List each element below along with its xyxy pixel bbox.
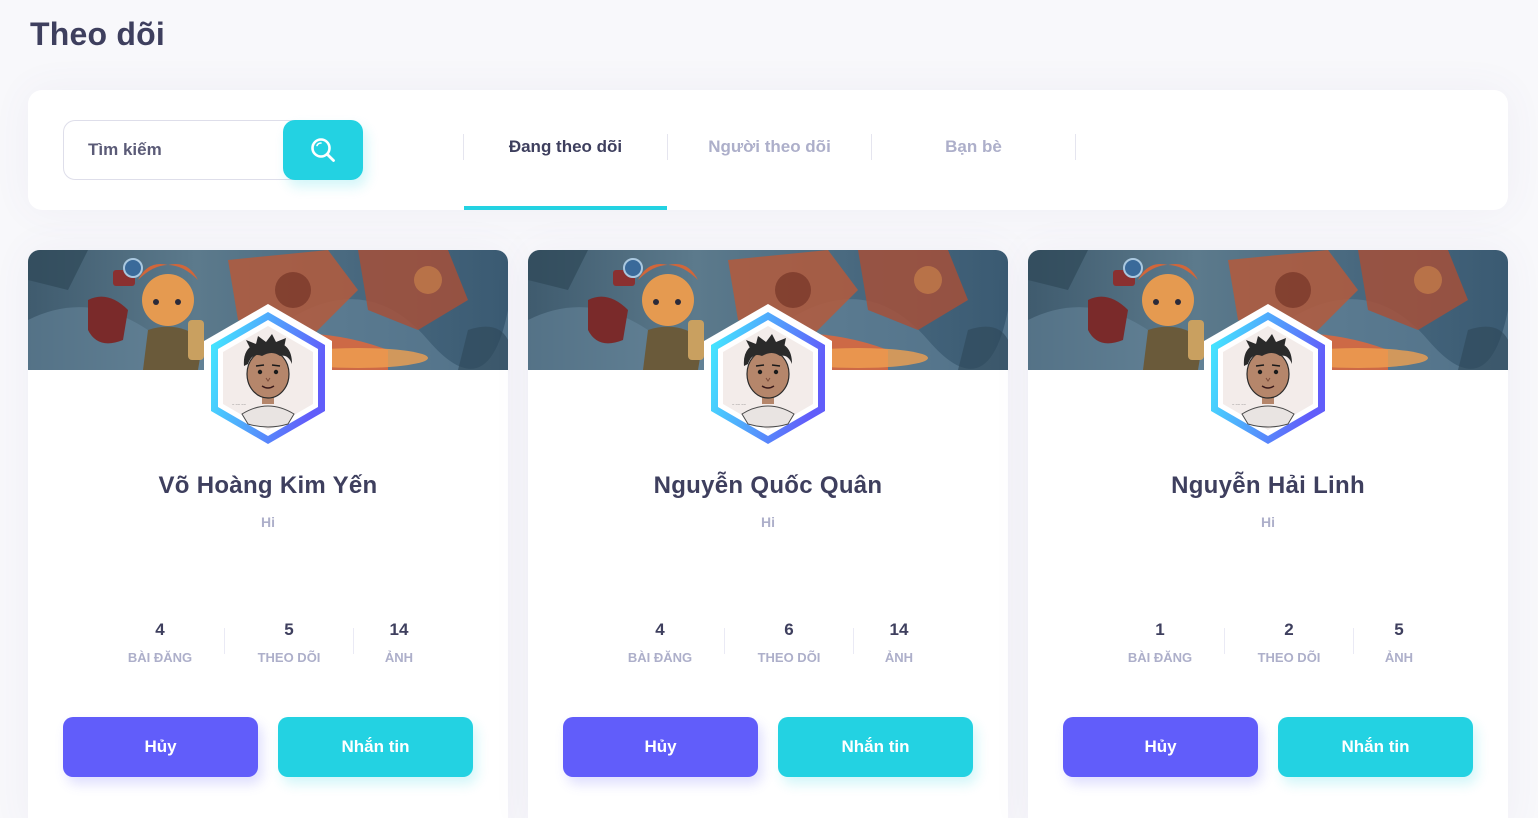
stat-label: ẢNH (384, 650, 414, 665)
stat-label: BÀI ĐĂNG (1127, 650, 1193, 665)
stat-value: 6 (784, 620, 794, 639)
unfollow-button[interactable]: Hủy (563, 717, 758, 777)
stat-value: 14 (389, 620, 409, 639)
tab-friends[interactable]: Bạn bè (872, 90, 1075, 210)
user-card: Nguyễn Quốc Quân Hi 4 BÀI ĐĂNG 6 THEO DÕ… (528, 250, 1008, 818)
stat-label: THEO DÕI (257, 650, 321, 665)
stat-value: 4 (155, 620, 165, 639)
stat-posts: 4 BÀI ĐĂNG (96, 620, 224, 665)
stat-value: 5 (284, 620, 294, 639)
search-button[interactable] (283, 120, 363, 180)
user-stats: 4 BÀI ĐĂNG 6 THEO DÕI 14 ẢNH (596, 620, 944, 665)
stat-value: 2 (1284, 620, 1294, 639)
message-button[interactable]: Nhắn tin (278, 717, 473, 777)
stat-value: 5 (1394, 620, 1404, 639)
message-button[interactable]: Nhắn tin (1278, 717, 1473, 777)
filter-bar: Đang theo dõi Người theo dõi Bạn bè (28, 90, 1508, 210)
stat-posts: 1 BÀI ĐĂNG (1096, 620, 1224, 665)
page-title: Theo dõi (30, 16, 165, 52)
stat-posts: 4 BÀI ĐĂNG (596, 620, 724, 665)
user-name[interactable]: Võ Hoàng Kim Yến (28, 472, 508, 500)
tab-divider (1075, 134, 1076, 160)
user-bio: Hi (761, 514, 775, 530)
stat-value: 1 (1155, 620, 1165, 639)
stat-label: THEO DÕI (757, 650, 821, 665)
stat-following: 2 THEO DÕI (1225, 620, 1353, 665)
stat-label: BÀI ĐĂNG (127, 650, 193, 665)
stat-label: BÀI ĐĂNG (627, 650, 693, 665)
stat-photos: 14 ẢNH (854, 620, 944, 665)
user-bio: Hi (1261, 514, 1275, 530)
stat-label: ẢNH (1384, 650, 1414, 665)
search-box (63, 120, 363, 180)
avatar[interactable] (192, 302, 344, 454)
user-card: Võ Hoàng Kim Yến Hi 4 BÀI ĐĂNG 5 THEO DÕ… (28, 250, 508, 818)
stat-following: 6 THEO DÕI (725, 620, 853, 665)
stat-value: 4 (655, 620, 665, 639)
user-name[interactable]: Nguyễn Hải Linh (1028, 472, 1508, 500)
stat-value: 14 (889, 620, 909, 639)
unfollow-button[interactable]: Hủy (1063, 717, 1258, 777)
unfollow-button[interactable]: Hủy (63, 717, 258, 777)
user-stats: 4 BÀI ĐĂNG 5 THEO DÕI 14 ẢNH (96, 620, 444, 665)
avatar[interactable] (1192, 302, 1344, 454)
search-icon (311, 138, 335, 162)
user-card: Nguyễn Hải Linh Hi 1 BÀI ĐĂNG 2 THEO DÕI… (1028, 250, 1508, 818)
following-list: Võ Hoàng Kim Yến Hi 4 BÀI ĐĂNG 5 THEO DÕ… (28, 250, 1508, 818)
tab-followers[interactable]: Người theo dõi (668, 90, 871, 210)
user-name[interactable]: Nguyễn Quốc Quân (528, 472, 1008, 500)
stat-following: 5 THEO DÕI (225, 620, 353, 665)
tab-following[interactable]: Đang theo dõi (464, 90, 667, 210)
search-input[interactable] (63, 120, 313, 180)
message-button[interactable]: Nhắn tin (778, 717, 973, 777)
stat-photos: 14 ẢNH (354, 620, 444, 665)
stat-label: ẢNH (884, 650, 914, 665)
user-bio: Hi (261, 514, 275, 530)
user-stats: 1 BÀI ĐĂNG 2 THEO DÕI 5 ẢNH (1096, 620, 1444, 665)
stat-label: THEO DÕI (1257, 650, 1321, 665)
avatar[interactable] (692, 302, 844, 454)
tab-bar: Đang theo dõi Người theo dõi Bạn bè (463, 90, 1076, 210)
stat-photos: 5 ẢNH (1354, 620, 1444, 665)
